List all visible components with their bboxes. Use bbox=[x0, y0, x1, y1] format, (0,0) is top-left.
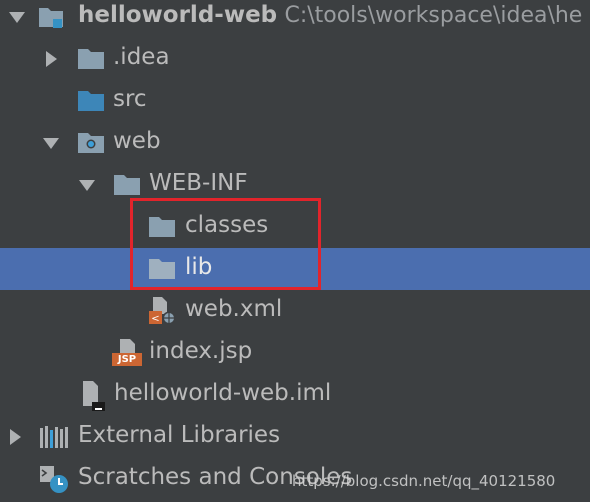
source-folder-icon bbox=[77, 88, 104, 114]
jsp-badge-text: JSP bbox=[117, 354, 137, 365]
tree-row-index-jsp[interactable]: JSP index.jsp bbox=[0, 332, 590, 374]
tree-item-label: index.jsp bbox=[149, 338, 253, 364]
tree-item-label: src bbox=[113, 86, 147, 112]
tree-item-label: web.xml bbox=[185, 296, 283, 322]
jsp-file-icon: JSP bbox=[111, 338, 143, 368]
iml-file-icon bbox=[78, 380, 110, 412]
libraries-icon bbox=[38, 424, 72, 450]
tree-row-lib[interactable]: lib bbox=[0, 248, 590, 290]
tree-row-web-xml[interactable]: < web.xml bbox=[0, 290, 590, 332]
folder-icon bbox=[148, 256, 175, 282]
tree-row-iml[interactable]: helloworld-web.iml bbox=[0, 374, 590, 416]
tree-row-external-libraries[interactable]: External Libraries bbox=[0, 416, 590, 458]
root-path: C:\tools\workspace\idea\he bbox=[284, 3, 583, 28]
folder-icon bbox=[113, 172, 140, 198]
svg-text:<: < bbox=[151, 314, 159, 325]
tree-row-web-inf[interactable]: WEB-INF bbox=[0, 164, 590, 206]
tree-row-root[interactable]: helloworld-web C:\tools\workspace\idea\h… bbox=[0, 0, 590, 38]
tree-row-idea[interactable]: .idea bbox=[0, 38, 590, 80]
xml-file-icon: < bbox=[147, 296, 179, 326]
root-name: helloworld-web bbox=[78, 2, 278, 28]
tree-item-label: .idea bbox=[113, 44, 170, 70]
module-folder-icon bbox=[38, 4, 64, 30]
tree-item-label: web bbox=[113, 128, 161, 154]
folder-icon bbox=[148, 214, 175, 240]
chevron-right-icon[interactable] bbox=[42, 50, 60, 68]
folder-icon bbox=[77, 46, 104, 72]
chevron-right-icon[interactable] bbox=[6, 428, 24, 446]
chevron-down-icon[interactable] bbox=[78, 176, 96, 194]
chevron-down-icon[interactable] bbox=[8, 8, 26, 26]
tree-row-web[interactable]: web bbox=[0, 122, 590, 164]
web-folder-icon bbox=[77, 130, 104, 156]
tree-item-label: helloworld-web.iml bbox=[114, 380, 332, 406]
tree-item-label: WEB-INF bbox=[149, 170, 248, 196]
scratches-icon bbox=[38, 462, 72, 496]
watermark-text: https://blog.csdn.net/qq_40121580 bbox=[292, 472, 556, 490]
tree-row-classes[interactable]: classes bbox=[0, 206, 590, 248]
tree-item-label: External Libraries bbox=[78, 422, 281, 448]
tree-item-label: lib bbox=[185, 254, 213, 280]
project-tree: helloworld-web C:\tools\workspace\idea\h… bbox=[0, 0, 590, 502]
tree-item-label: classes bbox=[185, 212, 269, 238]
tree-row-src[interactable]: src bbox=[0, 80, 590, 122]
chevron-down-icon[interactable] bbox=[42, 134, 60, 152]
